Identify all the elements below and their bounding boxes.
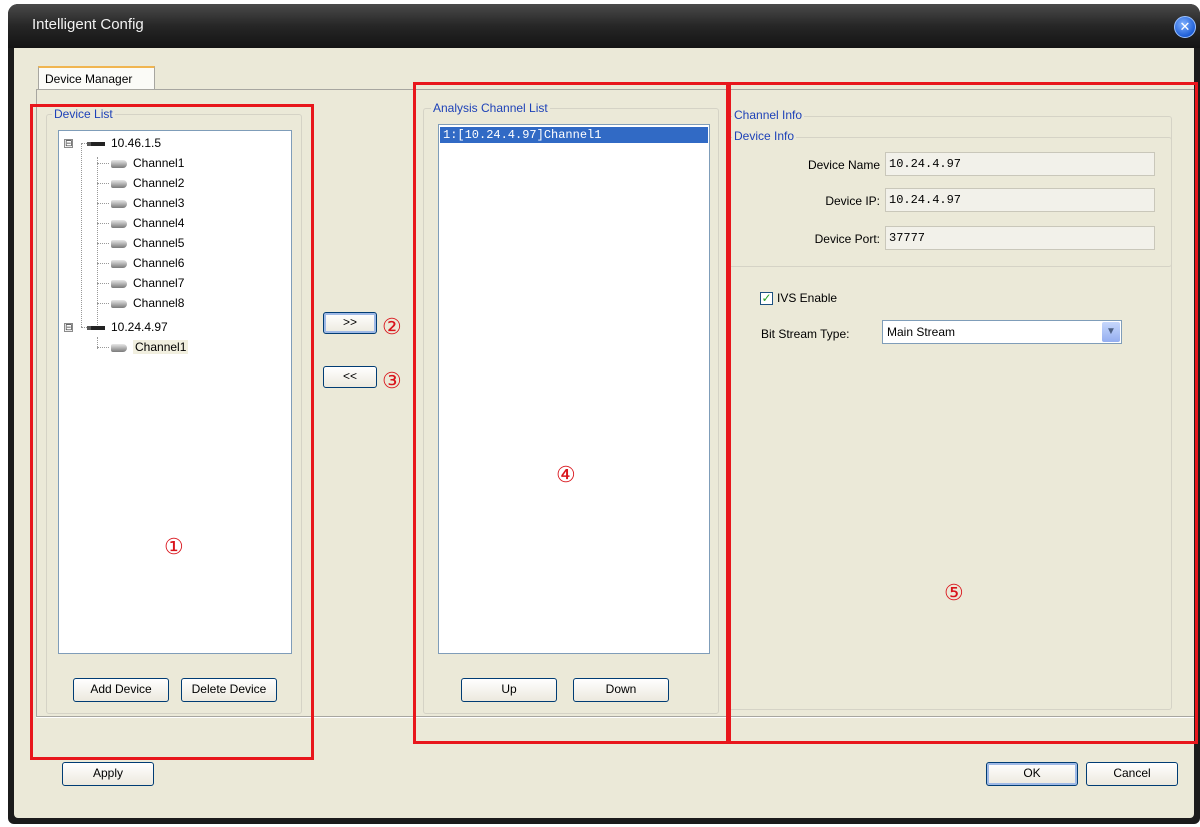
annotation-number-1: ①	[164, 535, 184, 560]
annotation-number-3: ③	[382, 369, 402, 394]
remove-channel-button[interactable]: <<	[323, 366, 377, 388]
annotation-box-5	[728, 82, 1198, 744]
title-bar[interactable]: Intelligent Config ✕	[8, 4, 1200, 48]
annotation-number-5: ⑤	[944, 581, 964, 606]
apply-button[interactable]: Apply	[62, 762, 154, 786]
ok-button[interactable]: OK	[986, 762, 1078, 786]
annotation-box-4	[413, 82, 729, 744]
tab-device-manager[interactable]: Device Manager	[38, 66, 155, 90]
close-icon[interactable]: ✕	[1174, 16, 1196, 38]
cancel-button[interactable]: Cancel	[1086, 762, 1178, 786]
annotation-box-1	[30, 104, 314, 760]
annotation-number-4: ④	[556, 463, 576, 488]
add-channel-button[interactable]: >>	[323, 312, 377, 334]
annotation-number-2: ②	[382, 315, 402, 340]
window-title: Intelligent Config	[32, 16, 144, 33]
